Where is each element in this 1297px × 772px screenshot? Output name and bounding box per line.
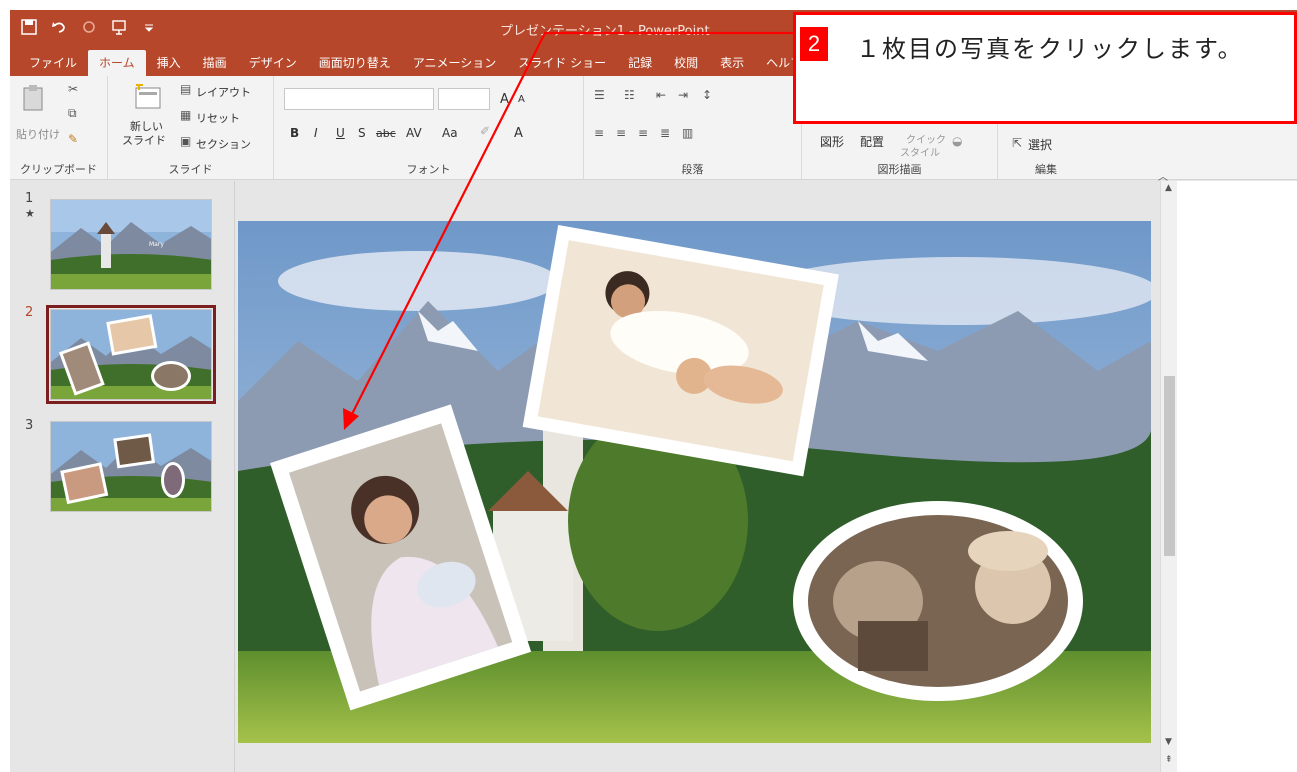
tab-draw[interactable]: 描画: [192, 50, 238, 76]
decrease-indent-icon[interactable]: ⇤: [656, 88, 666, 102]
clipboard-group: 貼り付け ✂ ⧉ ✎ クリップボード: [10, 76, 108, 180]
thumb-3-number: 3: [25, 418, 34, 433]
tab-insert[interactable]: 挿入: [146, 50, 192, 76]
change-case-button[interactable]: Aa: [442, 126, 458, 140]
editing-group-label: 編集: [1035, 163, 1057, 176]
drawing-group-label: 図形描画: [877, 163, 922, 176]
arrange-button[interactable]: 配置: [860, 133, 884, 150]
quick-styles-label-2[interactable]: スタイル: [900, 144, 940, 159]
shapes-button[interactable]: 図形: [820, 133, 844, 150]
italic-button[interactable]: I: [314, 126, 318, 140]
paste-label[interactable]: 貼り付け: [16, 126, 60, 142]
new-slide-label-2[interactable]: スライド: [122, 132, 166, 148]
instruction-callout: 2 １枚目の写真をクリックします。: [793, 12, 1297, 124]
tab-transitions[interactable]: 画面切り替え: [308, 50, 402, 76]
tab-file[interactable]: ファイル: [18, 50, 88, 76]
thumb-1-caption: Mary: [149, 241, 164, 248]
align-right-icon[interactable]: ≡: [638, 126, 648, 140]
layout-icon[interactable]: ▤: [180, 82, 191, 96]
scroll-up-icon[interactable]: ▲: [1165, 183, 1172, 193]
bullets-icon[interactable]: ☰: [594, 88, 605, 102]
bold-button[interactable]: B: [290, 126, 299, 140]
columns-icon[interactable]: ▥: [682, 126, 693, 140]
scroll-down-icon[interactable]: ▼: [1165, 737, 1172, 747]
vertical-scrollbar[interactable]: ▲ ▼ ⇞: [1160, 181, 1177, 772]
window-margin: [1177, 181, 1297, 772]
layout-label[interactable]: レイアウト: [196, 84, 251, 100]
font-size-combobox[interactable]: [438, 88, 490, 110]
shape-effects-icon[interactable]: ◒: [952, 134, 962, 148]
photo-girl-oval: [793, 501, 1083, 701]
font-group: A A B I U S abc AV Aa ✐ A フォント: [274, 76, 584, 180]
numbering-icon[interactable]: ☷: [624, 88, 635, 102]
paragraph-group-label: 段落: [681, 163, 704, 176]
tab-view[interactable]: 表示: [709, 50, 755, 76]
format-painter-icon[interactable]: ✎: [68, 132, 78, 146]
customize-qat-icon[interactable]: [140, 18, 158, 36]
paste-icon[interactable]: [22, 84, 46, 115]
slide-thumbnails-pane: 1 ★ Mary 2 3: [10, 181, 235, 772]
step-number: 2: [800, 27, 828, 61]
new-slide-icon[interactable]: [134, 84, 162, 113]
tab-record[interactable]: 記録: [617, 50, 663, 76]
powerpoint-window: プレゼンテーション1 - PowerPoint ファイル ホーム 挿入 描画 デ…: [10, 10, 1297, 772]
grow-font-button[interactable]: A: [500, 92, 509, 107]
slide-thumbnail-1[interactable]: Mary: [50, 199, 212, 290]
undo-icon[interactable]: [50, 18, 68, 36]
char-spacing-button[interactable]: AV: [406, 126, 422, 140]
reset-label[interactable]: リセット: [196, 110, 240, 126]
quick-access-toolbar: [20, 18, 158, 36]
font-group-label: フォント: [406, 163, 451, 176]
align-center-icon[interactable]: ≡: [616, 126, 626, 140]
slides-group-label: スライド: [168, 163, 213, 176]
font-name-combobox[interactable]: [284, 88, 434, 110]
section-icon[interactable]: ▣: [180, 134, 191, 148]
reset-icon[interactable]: ▦: [180, 108, 191, 122]
previous-slide-icon[interactable]: ⇞: [1165, 755, 1173, 765]
tab-review[interactable]: 校閲: [663, 50, 709, 76]
strikethrough-button[interactable]: abc: [376, 127, 396, 140]
from-beginning-icon[interactable]: [110, 18, 128, 36]
shrink-font-button[interactable]: A: [518, 94, 525, 105]
select-icon[interactable]: ⇱: [1012, 136, 1022, 150]
justify-icon[interactable]: ≣: [660, 126, 670, 140]
redo-icon[interactable]: [80, 18, 98, 36]
underline-button[interactable]: U: [336, 126, 345, 140]
tab-animations[interactable]: アニメーション: [402, 50, 508, 76]
slide-canvas: [238, 221, 1151, 743]
slide-thumbnail-2[interactable]: [46, 305, 216, 404]
section-label[interactable]: セクション: [196, 136, 251, 152]
window-title: プレゼンテーション1 - PowerPoint: [500, 24, 710, 39]
clipboard-group-label: クリップボード: [20, 163, 97, 176]
save-icon[interactable]: [20, 18, 38, 36]
tab-slideshow[interactable]: スライド ショー: [507, 50, 617, 76]
tab-home[interactable]: ホーム: [88, 50, 146, 76]
copy-icon[interactable]: ⧉: [68, 106, 77, 121]
paragraph-group: ☰ ☷ ⇤ ⇥ ↕ ≡ ≡ ≡ ≣ ▥ 段落: [584, 76, 802, 180]
align-left-icon[interactable]: ≡: [594, 126, 604, 140]
cut-icon[interactable]: ✂: [68, 82, 78, 96]
line-spacing-icon[interactable]: ↕: [702, 88, 712, 102]
slides-group: 新しい スライド ▤ レイアウト ▦ リセット ▣ セクション スライド: [108, 76, 274, 180]
slide-thumbnail-3[interactable]: [50, 421, 212, 512]
instruction-text: １枚目の写真をクリックします。: [856, 35, 1244, 63]
font-color-button[interactable]: A: [514, 126, 523, 141]
slide-editor: [236, 181, 1160, 772]
thumb-1-animation-star: ★: [25, 207, 35, 220]
scrollbar-thumb[interactable]: [1164, 376, 1175, 556]
increase-indent-icon[interactable]: ⇥: [678, 88, 688, 102]
shadow-button[interactable]: S: [358, 126, 366, 140]
thumb-2-number: 2: [25, 305, 34, 320]
thumb-1-number: 1: [25, 191, 34, 206]
current-slide[interactable]: [238, 221, 1151, 743]
highlight-icon[interactable]: ✐: [480, 124, 490, 138]
select-button[interactable]: 選択: [1028, 136, 1052, 153]
tab-design[interactable]: デザイン: [238, 50, 308, 76]
